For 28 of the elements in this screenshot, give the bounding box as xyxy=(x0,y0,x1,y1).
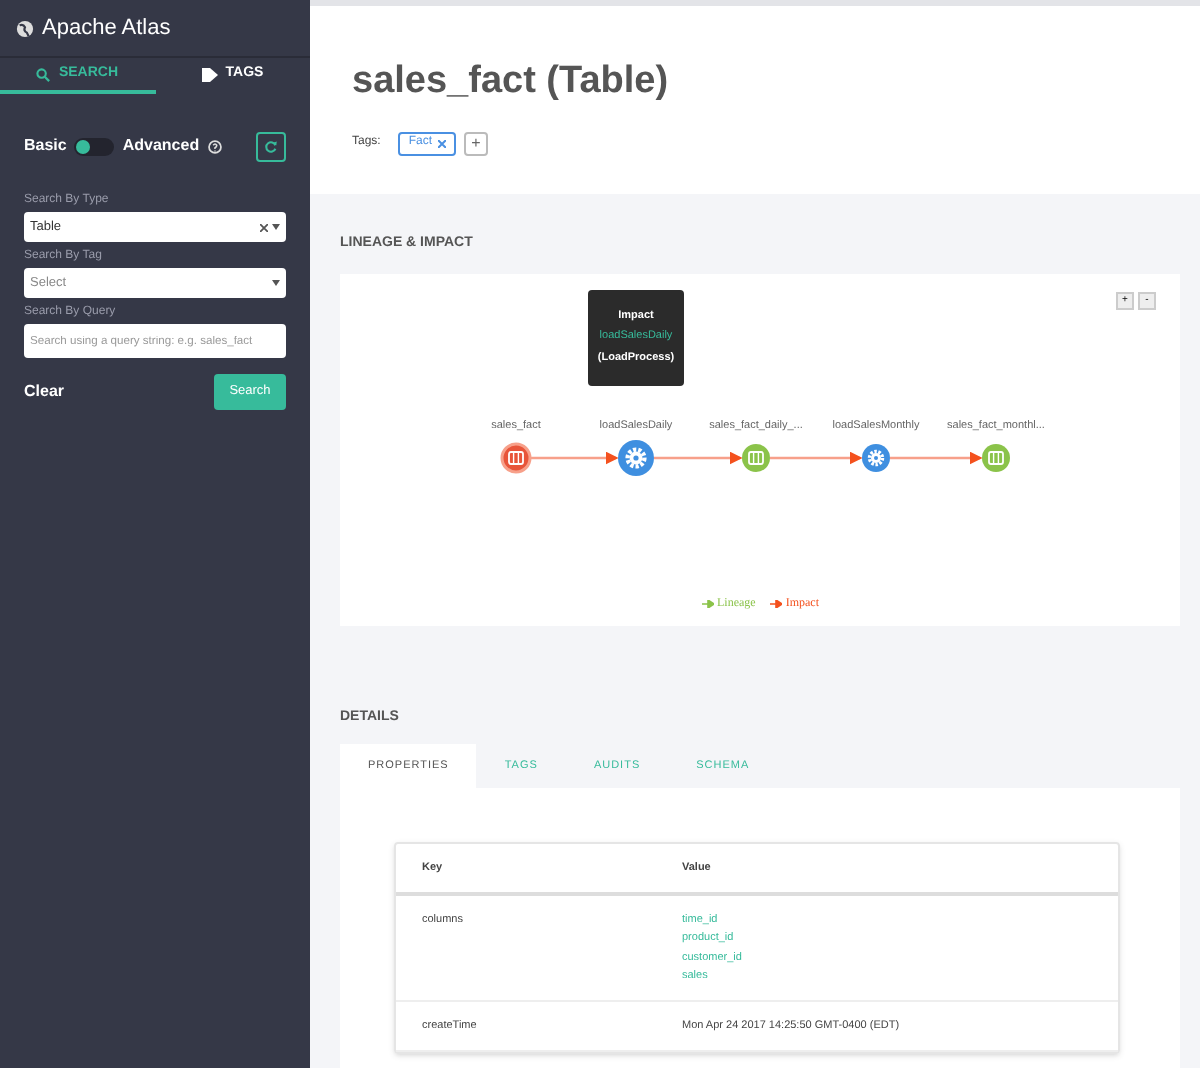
entity-title: sales_fact (Table) xyxy=(352,58,671,106)
refresh-icon xyxy=(264,139,278,153)
remove-icon[interactable] xyxy=(438,139,447,147)
clear-icon[interactable] xyxy=(260,223,268,231)
table-node[interactable] xyxy=(500,441,532,473)
basic-label: Basic xyxy=(24,134,67,158)
process-node[interactable] xyxy=(618,439,654,475)
advanced-label: Advanced xyxy=(122,134,200,158)
help-icon xyxy=(207,139,222,153)
globe-icon xyxy=(16,19,34,37)
arrow-icon xyxy=(701,600,713,608)
edge-arrow xyxy=(890,450,983,464)
refresh-button[interactable] xyxy=(256,131,286,161)
arrow-icon xyxy=(769,600,782,608)
app-title: Apache Atlas xyxy=(42,13,171,44)
edge-arrow xyxy=(770,450,863,464)
caret-icon xyxy=(272,224,280,230)
mode-toggle[interactable] xyxy=(74,137,115,155)
table-node[interactable] xyxy=(742,443,770,471)
edge-arrow xyxy=(530,450,619,464)
clear-link[interactable]: Clear xyxy=(24,380,65,404)
search-icon xyxy=(36,67,51,81)
table-node[interactable] xyxy=(982,443,1010,471)
add-tag-button[interactable]: + xyxy=(464,131,489,155)
tag-icon xyxy=(201,67,218,81)
process-node[interactable] xyxy=(862,443,890,471)
edge-arrow xyxy=(654,450,743,464)
caret-icon xyxy=(272,280,280,286)
